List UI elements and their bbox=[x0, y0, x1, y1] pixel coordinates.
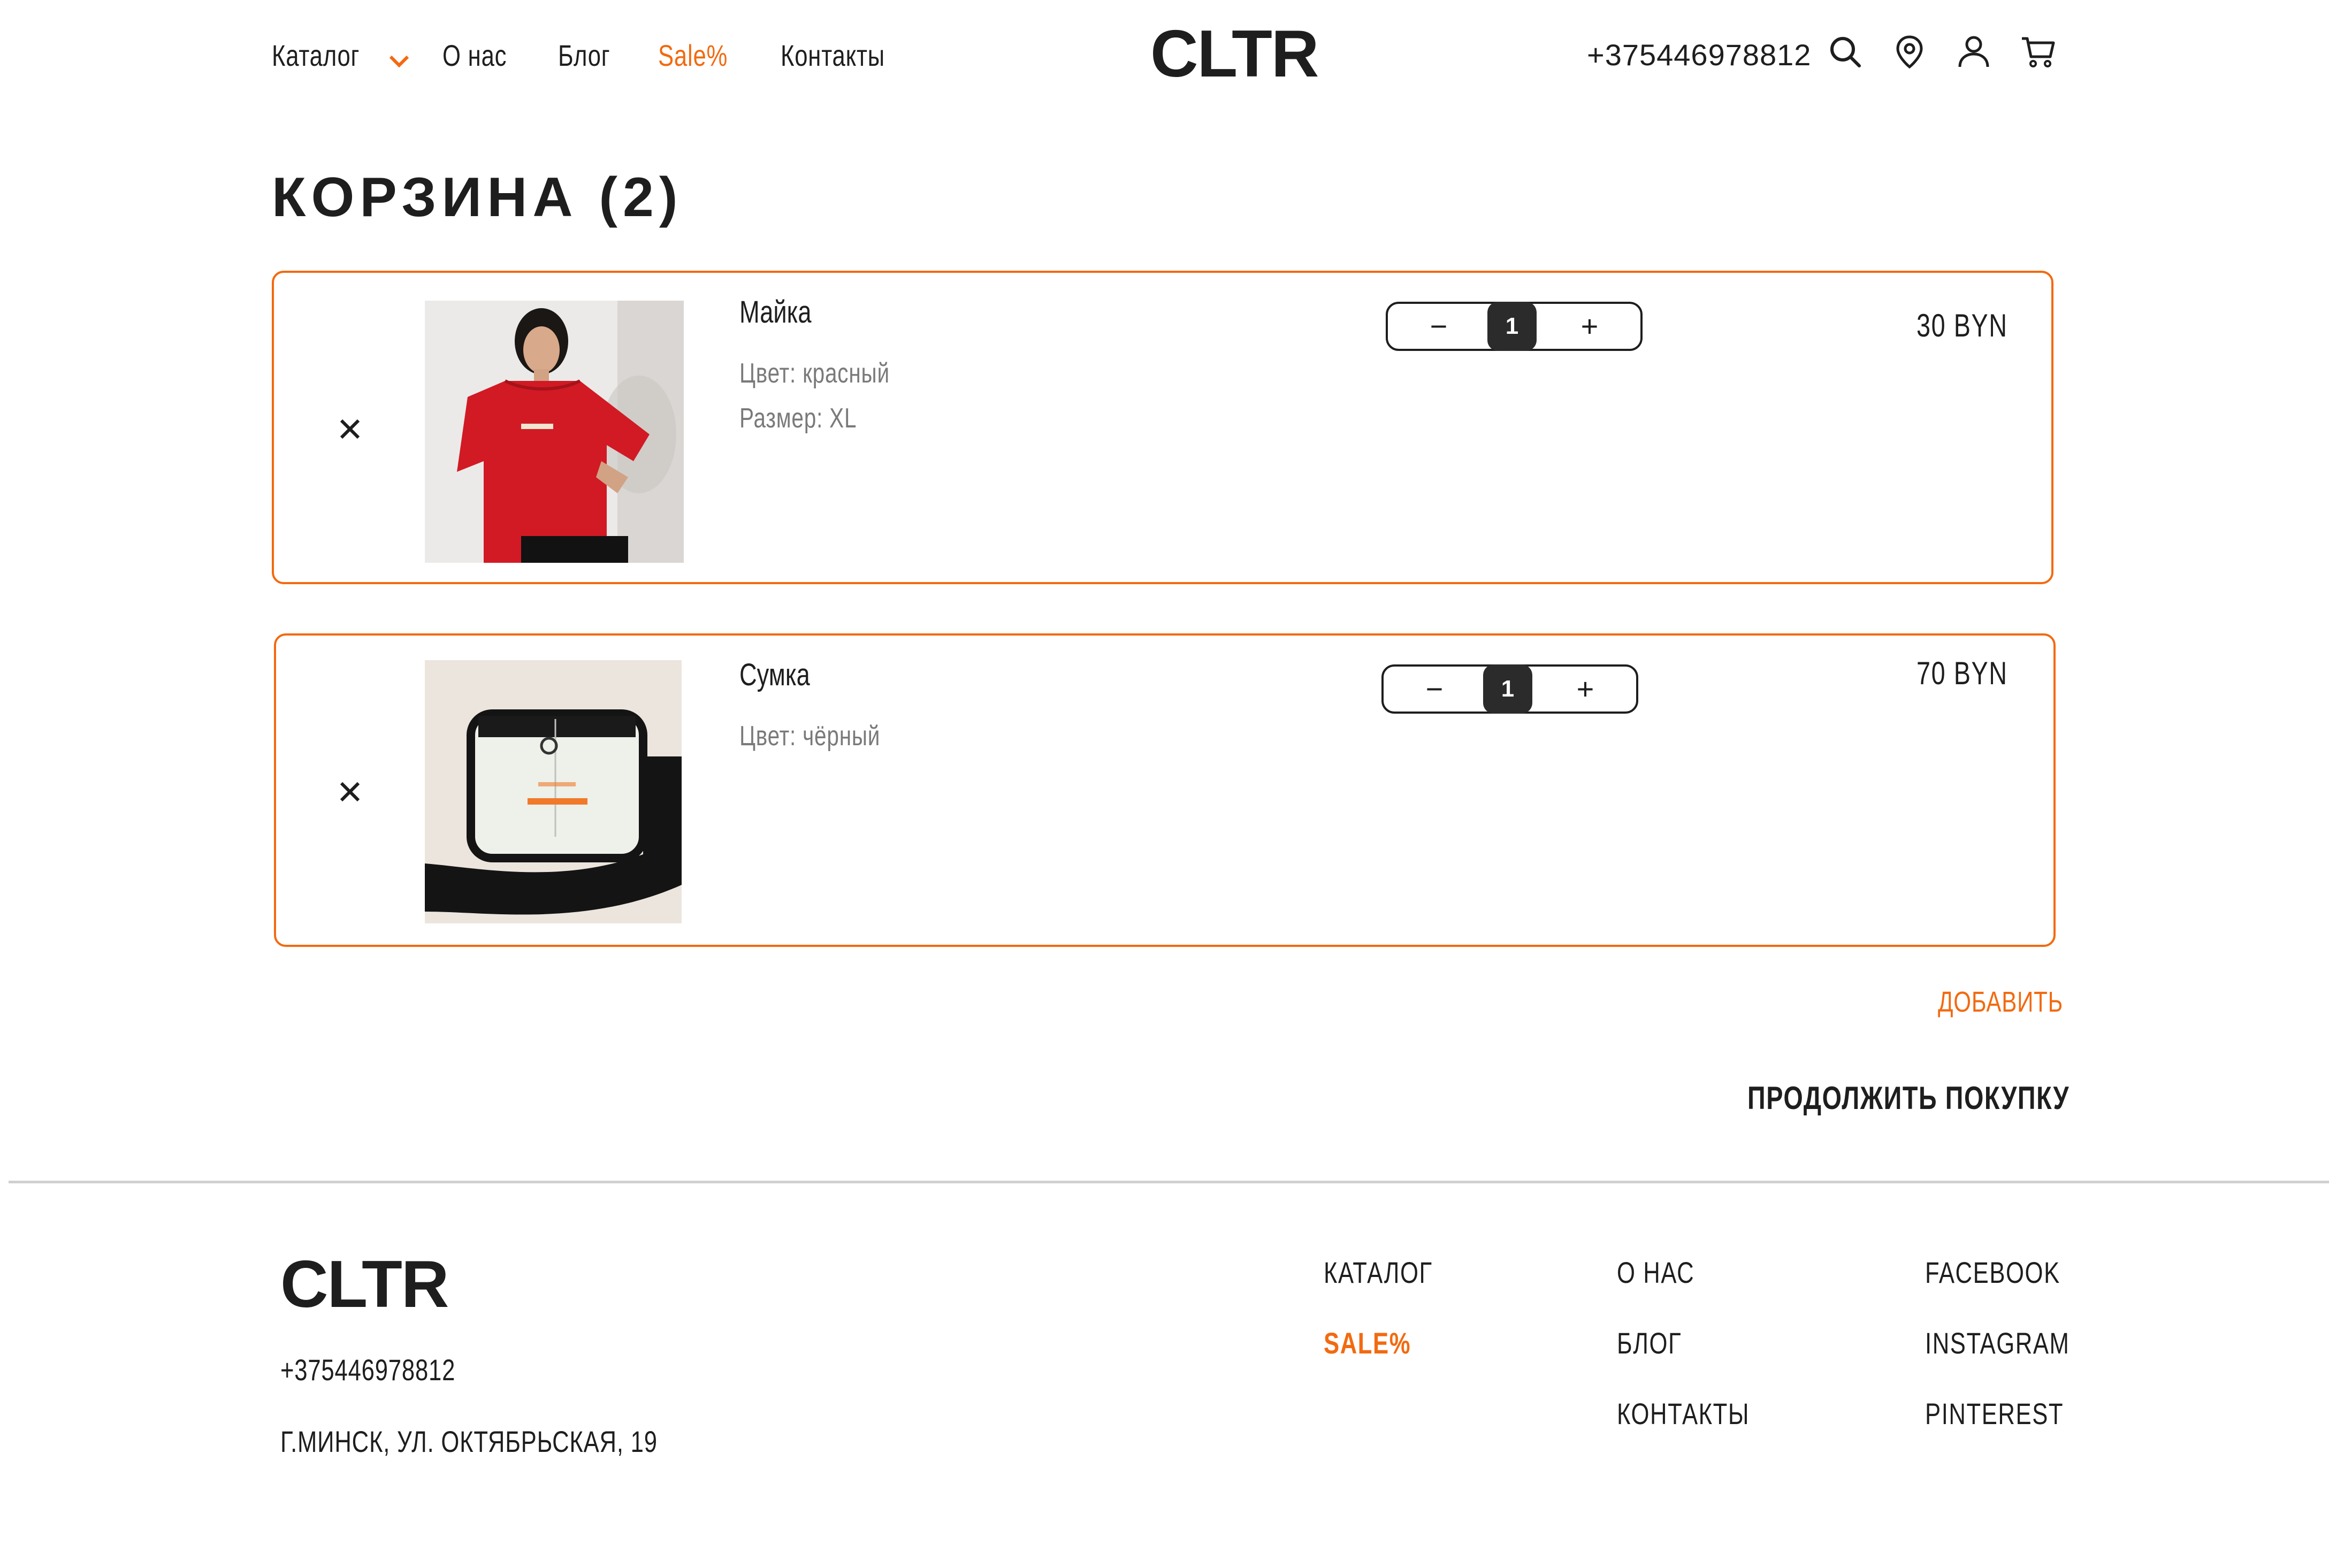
product-price-text: 30 BYN bbox=[1916, 308, 2008, 343]
search-icon[interactable] bbox=[1824, 31, 1866, 73]
footer-link-blog-label: БЛОГ bbox=[1617, 1326, 1682, 1360]
product-name-text: Майка bbox=[739, 295, 812, 330]
chevron-down-icon bbox=[389, 41, 409, 75]
footer-phone-text: +375446978812 bbox=[280, 1353, 456, 1387]
site-header: Каталог О нас Блог Sale% Контакты CLTR +… bbox=[0, 0, 2329, 107]
footer-logo[interactable]: CLTR bbox=[280, 1246, 449, 1322]
increase-button[interactable]: + bbox=[1572, 674, 1599, 704]
footer-link-instagram[interactable]: INSTAGRAM bbox=[1925, 1326, 2111, 1360]
product-name: Сумка bbox=[739, 657, 830, 693]
product-image[interactable] bbox=[425, 660, 682, 923]
user-icon[interactable] bbox=[1953, 31, 1995, 73]
product-name: Майка bbox=[739, 294, 832, 330]
cart-item: Майка Цвет: красный Размер: XL − 1 + 30 … bbox=[272, 271, 2053, 584]
decrease-button[interactable]: − bbox=[1421, 674, 1448, 704]
nav-item-contacts[interactable]: Контакты bbox=[781, 38, 914, 73]
site-logo[interactable]: CLTR bbox=[1150, 16, 1319, 92]
product-price-text: 70 BYN bbox=[1916, 655, 2008, 691]
nav-item-sale[interactable]: Sale% bbox=[658, 38, 747, 73]
product-color: Цвет: красный bbox=[739, 357, 932, 389]
header-phone[interactable]: +375446978812 bbox=[1587, 37, 1811, 72]
footer-link-catalog[interactable]: КАТАЛОГ bbox=[1324, 1255, 1463, 1290]
footer-address: Г.МИНСК, УЛ. ОКТЯБРЬСКАЯ, 19 bbox=[280, 1424, 764, 1459]
footer-phone[interactable]: +375446978812 bbox=[280, 1352, 505, 1387]
close-icon[interactable] bbox=[336, 778, 364, 806]
footer-link-pinterest-label: PINTEREST bbox=[1925, 1397, 2064, 1431]
footer-link-contacts[interactable]: КОНТАКТЫ bbox=[1617, 1396, 1787, 1431]
product-image[interactable] bbox=[425, 301, 684, 563]
add-button-label: ДОБАВИТЬ bbox=[1938, 986, 2064, 1018]
main-nav: Каталог О нас Блог Sale% Контакты bbox=[272, 35, 948, 75]
nav-item-contacts-label: Контакты bbox=[780, 39, 885, 72]
continue-shopping-label: ПРОДОЛЖИТЬ ПОКУПКУ bbox=[1747, 1080, 2070, 1116]
product-name-text: Сумка bbox=[739, 657, 810, 692]
product-price: 30 BYN bbox=[1916, 307, 2034, 344]
footer-link-sale-label: SALE% bbox=[1324, 1326, 1411, 1360]
footer-link-instagram-label: INSTAGRAM bbox=[1925, 1326, 2070, 1360]
product-size: Размер: XL bbox=[739, 402, 890, 434]
footer-link-sale[interactable]: SALE% bbox=[1324, 1326, 1435, 1360]
close-icon[interactable] bbox=[336, 415, 364, 443]
product-color-text: Цвет: чёрный bbox=[739, 721, 881, 752]
header-icons bbox=[1824, 31, 2081, 73]
location-pin-icon[interactable] bbox=[1889, 31, 1930, 73]
quantity-stepper: − 1 + bbox=[1381, 664, 1638, 714]
nav-item-blog[interactable]: Блог bbox=[558, 38, 625, 73]
increase-button[interactable]: + bbox=[1576, 311, 1603, 341]
nav-item-about[interactable]: О нас bbox=[442, 38, 525, 73]
footer-link-pinterest[interactable]: PINTEREST bbox=[1925, 1396, 2103, 1431]
product-price: 70 BYN bbox=[1916, 655, 2034, 692]
nav-item-catalog-label: Каталог bbox=[272, 39, 360, 72]
footer-link-facebook-label: FACEBOOK bbox=[1925, 1256, 2060, 1289]
footer-divider bbox=[9, 1181, 2329, 1183]
footer-address-text: Г.МИНСК, УЛ. ОКТЯБРЬСКАЯ, 19 bbox=[280, 1425, 658, 1458]
footer-link-contacts-label: КОНТАКТЫ bbox=[1617, 1397, 1750, 1431]
quantity-stepper: − 1 + bbox=[1386, 302, 1643, 351]
product-color-text: Цвет: красный bbox=[739, 358, 890, 389]
add-button[interactable]: ДОБАВИТЬ bbox=[1938, 985, 2098, 1019]
continue-shopping-link[interactable]: ПРОДОЛЖИТЬ ПОКУПКУ bbox=[1747, 1080, 2160, 1116]
decrease-button[interactable]: − bbox=[1425, 311, 1452, 341]
quantity-value[interactable]: 1 bbox=[1487, 302, 1537, 351]
nav-item-blog-label: Блог bbox=[558, 39, 610, 72]
page-title: КОРЗИНА (2) bbox=[272, 166, 683, 228]
footer-link-catalog-label: КАТАЛОГ bbox=[1324, 1256, 1433, 1289]
footer-link-about-label: О НАС bbox=[1617, 1256, 1695, 1289]
footer-link-blog[interactable]: БЛОГ bbox=[1617, 1326, 1700, 1360]
quantity-value[interactable]: 1 bbox=[1483, 664, 1532, 714]
product-color: Цвет: чёрный bbox=[739, 720, 920, 752]
nav-item-catalog[interactable]: Каталог bbox=[272, 35, 409, 75]
cart-item: Сумка Цвет: чёрный − 1 + 70 BYN bbox=[274, 633, 2056, 947]
footer-link-about[interactable]: О НАС bbox=[1617, 1255, 1716, 1290]
product-size-text: Размер: XL bbox=[739, 403, 857, 434]
footer-link-facebook[interactable]: FACEBOOK bbox=[1925, 1255, 2098, 1290]
cart-icon[interactable] bbox=[2017, 31, 2059, 73]
nav-item-about-label: О нас bbox=[442, 39, 507, 72]
nav-item-sale-label: Sale% bbox=[658, 39, 728, 72]
